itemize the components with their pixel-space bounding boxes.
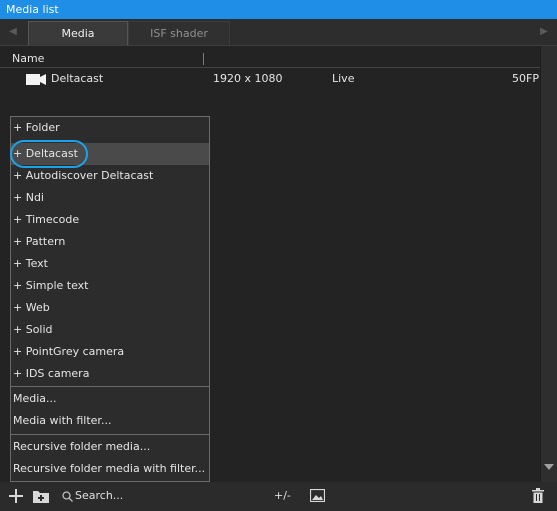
window-title: Media list	[0, 0, 557, 19]
menu-divider	[11, 386, 209, 387]
toggle-plus-minus-button[interactable]: +/-	[274, 489, 291, 502]
plus-icon[interactable]	[9, 489, 23, 503]
add-media-menu: + Folder + Deltacast + Autodiscover Delt…	[10, 116, 210, 482]
vertical-scrollbar[interactable]	[540, 46, 557, 483]
trash-icon[interactable]	[532, 488, 544, 503]
table-row[interactable]: Deltacast 1920 x 1080 Live 50FP	[0, 70, 540, 88]
media-resolution: 1920 x 1080	[213, 72, 283, 85]
bottom-toolbar: Search... +/-	[0, 482, 557, 511]
column-separator[interactable]	[203, 53, 204, 65]
media-status: Live	[332, 72, 355, 85]
add-folder-icon[interactable]	[33, 489, 49, 503]
menu-item-timecode[interactable]: + Timecode	[11, 209, 209, 231]
tab-bar: ◀ Media ISF shader ▶	[0, 19, 557, 45]
menu-item-pointgrey-camera[interactable]: + PointGrey camera	[11, 341, 209, 363]
arrow-left-icon[interactable]: ◀	[0, 19, 26, 45]
tab-media[interactable]: Media	[28, 21, 128, 45]
menu-item-recursive-folder-media[interactable]: Recursive folder media...	[11, 436, 209, 458]
search-input[interactable]: Search...	[75, 489, 123, 502]
column-header: Name	[0, 50, 540, 68]
menu-item-simple-text[interactable]: + Simple text	[11, 275, 209, 297]
menu-item-ndi[interactable]: + Ndi	[11, 187, 209, 209]
camera-icon	[26, 74, 46, 85]
highlight-annotation	[10, 140, 88, 168]
menu-item-web[interactable]: + Web	[11, 297, 209, 319]
menu-item-ids-camera[interactable]: + IDS camera	[11, 363, 209, 385]
menu-item-media[interactable]: Media...	[11, 388, 209, 410]
arrow-right-icon[interactable]: ▶	[531, 19, 557, 45]
search-icon	[62, 491, 73, 502]
menu-item-recursive-folder-media-with-filter[interactable]: Recursive folder media with filter...	[11, 458, 209, 480]
menu-item-text[interactable]: + Text	[11, 253, 209, 275]
column-name[interactable]: Name	[12, 52, 44, 65]
menu-item-folder[interactable]: + Folder	[11, 117, 209, 139]
menu-item-media-with-filter[interactable]: Media with filter...	[11, 410, 209, 432]
scroll-down-icon[interactable]	[544, 464, 554, 470]
media-fps: 50FP	[512, 72, 539, 85]
menu-item-pattern[interactable]: + Pattern	[11, 231, 209, 253]
tab-isf-shader[interactable]: ISF shader	[128, 21, 230, 45]
menu-divider	[11, 434, 209, 435]
media-name: Deltacast	[51, 72, 104, 85]
menu-item-solid[interactable]: + Solid	[11, 319, 209, 341]
image-icon[interactable]	[310, 489, 325, 502]
menu-item-autodiscover-deltacast[interactable]: + Autodiscover Deltacast	[11, 165, 209, 187]
